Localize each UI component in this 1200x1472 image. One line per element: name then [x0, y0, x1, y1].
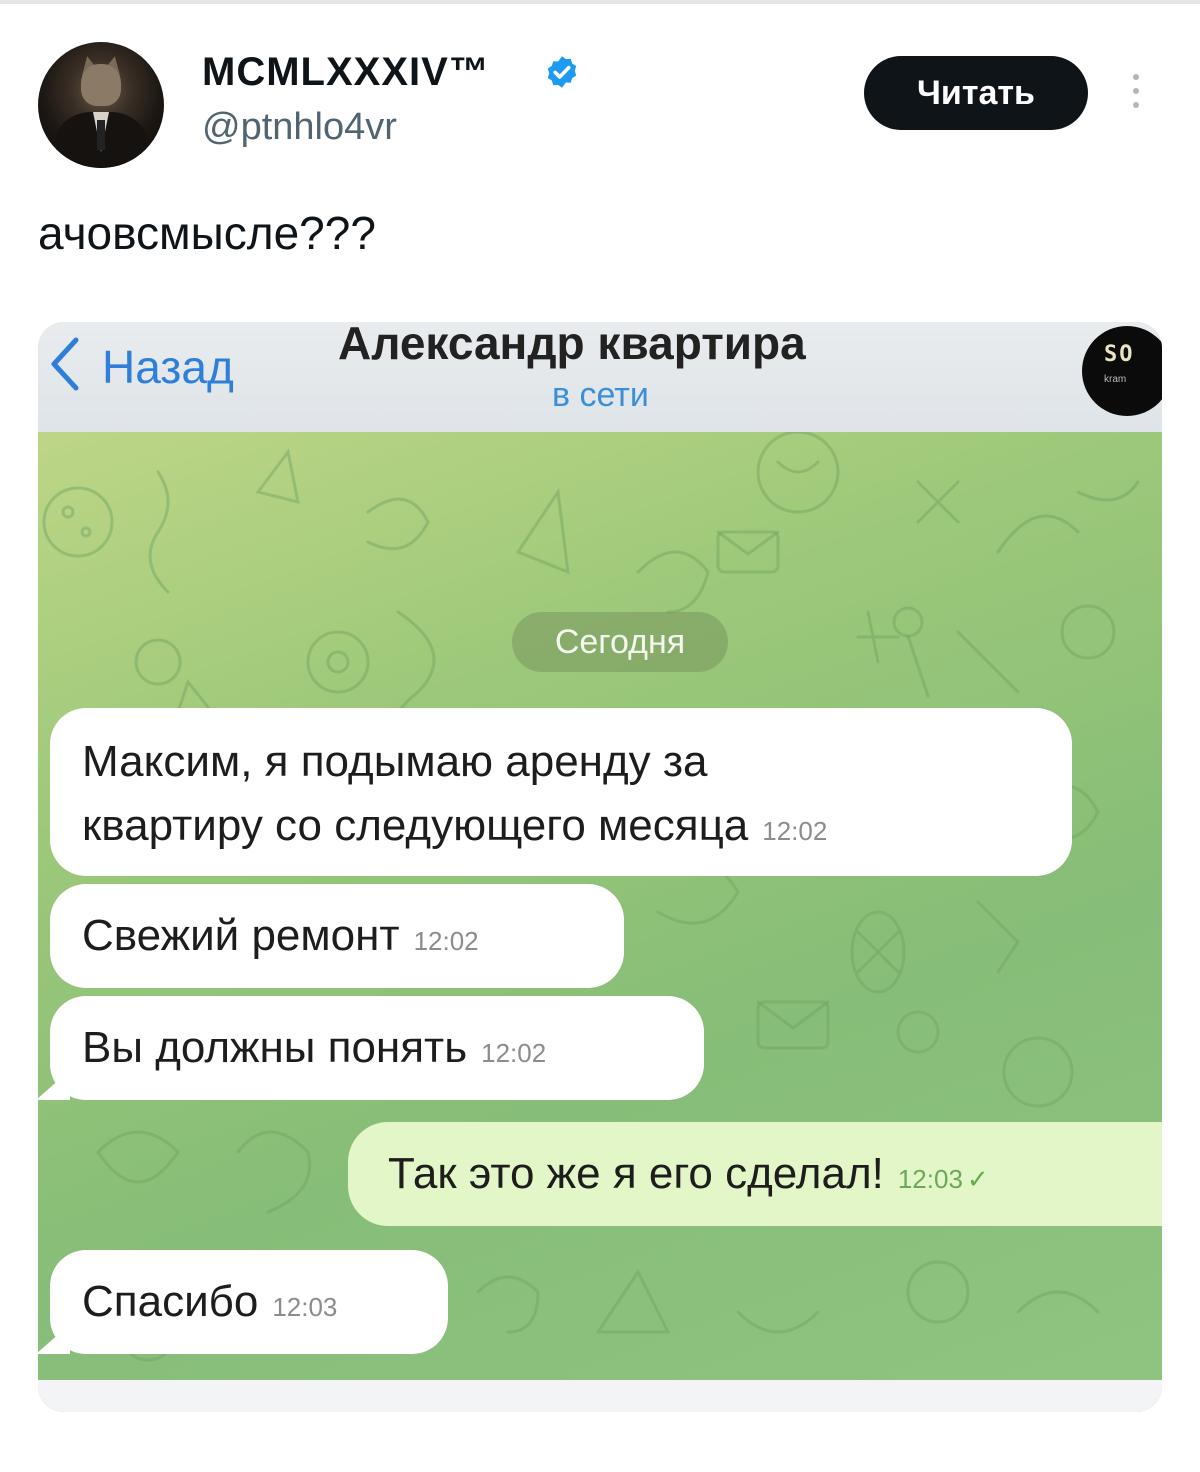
tweet-text: ачовсмысле???	[38, 207, 376, 259]
message-text-line: квартиру со следующего месяца 12:02	[82, 801, 828, 850]
message-text-line: Максим, я подымаю аренду за	[82, 737, 708, 786]
chat-avatar-text: SO	[1104, 342, 1135, 367]
follow-button[interactable]: Читать	[864, 56, 1088, 130]
message-time: 12:03	[272, 1292, 338, 1322]
message-text: Вы должны понять	[82, 1023, 468, 1072]
chat-contact-avatar[interactable]: SO kram	[1082, 326, 1162, 416]
profile-avatar[interactable]	[38, 42, 164, 168]
chat-avatar-subtext: kram	[1104, 374, 1127, 385]
author-handle[interactable]: @ptnhlo4vr	[202, 106, 397, 149]
top-divider	[0, 0, 1200, 4]
verified-badge-icon	[547, 56, 577, 88]
chat-status: в сети	[552, 376, 649, 414]
message-time: 12:03	[897, 1164, 963, 1194]
avatar-cat-head	[81, 64, 121, 106]
message-text: Свежий ремонт	[82, 911, 400, 960]
message-time: 12:02	[481, 1038, 547, 1068]
incoming-message[interactable]: Максим, я подымаю аренду за квартиру со …	[50, 708, 1072, 876]
incoming-message[interactable]: Вы должны понять 12:02	[38, 996, 704, 1100]
back-button[interactable]: Назад	[102, 340, 234, 394]
double-check-icon: ✓	[966, 1164, 989, 1194]
date-separator: Сегодня	[512, 612, 728, 672]
message-time: 12:02	[413, 926, 479, 956]
tweet-media-image[interactable]: Назад Александр квартира в сети SO kram …	[38, 322, 1162, 1412]
chat-input-bar[interactable]	[38, 1380, 1162, 1412]
avatar-tie	[97, 120, 105, 150]
chat-title: Александр квартира	[338, 322, 806, 369]
incoming-message[interactable]: Спасибо 12:03	[38, 1250, 448, 1354]
message-time: 12:02	[762, 816, 828, 846]
outgoing-message[interactable]: Так это же я его сделал! 12:03 ✓	[348, 1122, 1162, 1226]
message-text: Так это же я его сделал!	[388, 1149, 884, 1198]
chat-header: Назад Александр квартира в сети SO kram	[38, 322, 1162, 432]
author-display-name[interactable]: MCMLXXXIV™	[202, 50, 490, 95]
more-vertical-icon[interactable]	[1126, 70, 1146, 116]
incoming-message[interactable]: Свежий ремонт 12:02	[50, 884, 624, 988]
chevron-left-icon[interactable]	[44, 334, 84, 394]
message-text: Спасибо	[82, 1277, 259, 1326]
